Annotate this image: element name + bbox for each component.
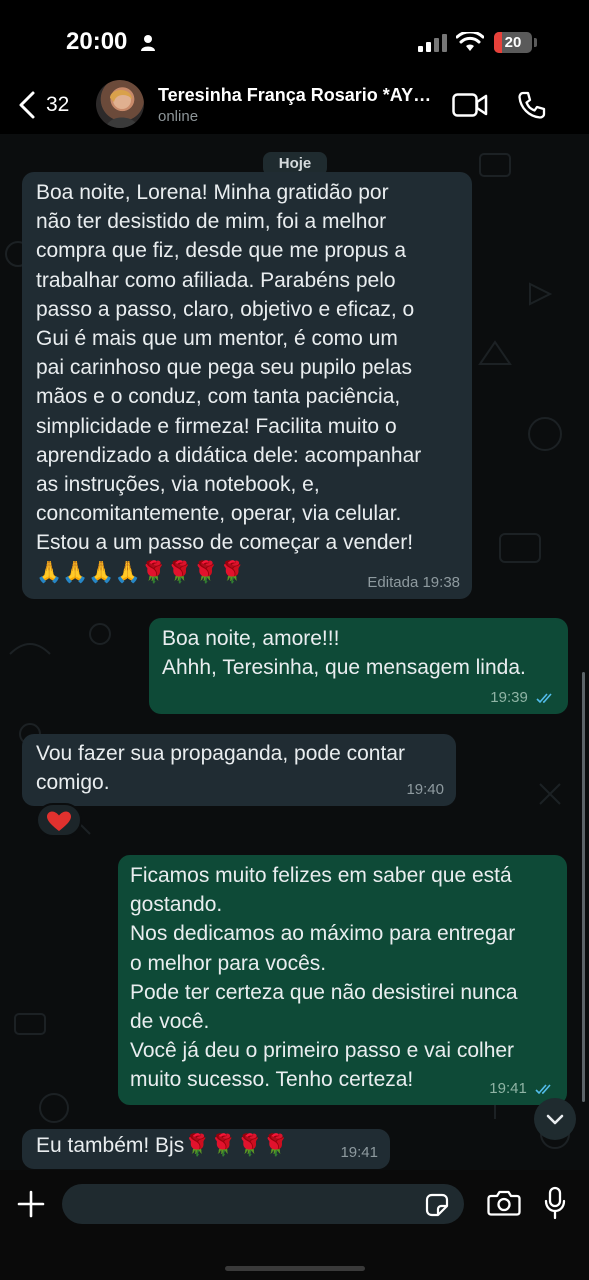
- avatar-photo: [106, 90, 138, 128]
- message-bubble-incoming[interactable]: Vou fazer sua propaganda, pode contar co…: [22, 734, 456, 806]
- microphone-icon[interactable]: [544, 1186, 566, 1220]
- read-ticks-icon: [535, 1084, 551, 1095]
- battery-level: 20: [504, 34, 522, 51]
- battery-tip: [534, 38, 537, 47]
- chat-scrollbar[interactable]: [582, 672, 585, 1102]
- message-meta: Editada 19:38: [367, 574, 460, 591]
- message-text: Vou fazer sua propaganda, pode contar co…: [36, 742, 405, 795]
- chat-header: 32 Teresinha França Rosario *AYLA* onlin…: [0, 78, 589, 134]
- message-time: 19:41: [489, 1080, 527, 1097]
- video-camera-icon[interactable]: [452, 92, 488, 118]
- wifi-icon: [456, 32, 484, 51]
- chevron-left-icon[interactable]: [16, 90, 38, 120]
- message-meta-wrap: 19:39: [490, 689, 556, 707]
- person-icon: [141, 35, 155, 51]
- message-bubble-outgoing[interactable]: Boa noite, amore!!! Ahhh, Teresinha, que…: [149, 618, 568, 714]
- message-input[interactable]: [62, 1184, 464, 1224]
- signal-icon: [418, 34, 447, 52]
- status-bar: 20:00 20: [0, 0, 589, 78]
- message-reaction[interactable]: [36, 803, 82, 837]
- message-meta: 19:41: [340, 1144, 378, 1161]
- avatar[interactable]: [96, 80, 144, 128]
- heart-icon: [47, 811, 71, 831]
- message-text: Boa noite, Lorena! Minha gratidão por nã…: [36, 181, 422, 584]
- message-text: Ficamos muito felizes em saber que está …: [130, 864, 518, 1092]
- read-ticks-icon: [536, 693, 552, 704]
- phone-icon[interactable]: [517, 90, 547, 120]
- message-meta-wrap: 19:41: [489, 1080, 555, 1098]
- message-bubble-incoming[interactable]: Eu também! Bjs🌹🌹🌹🌹 19:41: [22, 1129, 390, 1169]
- contact-name[interactable]: Teresinha França Rosario *AYLA*: [158, 85, 440, 106]
- chat-area[interactable]: Hoje Boa noite, Lorena! Minha gratidão p…: [0, 134, 589, 1170]
- plus-icon[interactable]: [16, 1189, 46, 1219]
- message-bubble-incoming[interactable]: Boa noite, Lorena! Minha gratidão por nã…: [22, 172, 472, 599]
- home-indicator: [225, 1266, 365, 1271]
- message-meta: 19:40: [406, 781, 444, 798]
- message-text: Boa noite, amore!!! Ahhh, Teresinha, que…: [162, 627, 526, 680]
- message-text: Eu também! Bjs🌹🌹🌹🌹: [36, 1134, 289, 1157]
- scroll-to-bottom-button[interactable]: [534, 1098, 576, 1140]
- message-time: 19:39: [490, 689, 528, 706]
- battery-indicator: 20: [494, 32, 532, 53]
- chevron-down-icon: [546, 1114, 564, 1125]
- message-bubble-outgoing[interactable]: Ficamos muito felizes em saber que está …: [118, 855, 567, 1105]
- unread-count[interactable]: 32: [46, 93, 69, 117]
- contact-status: online: [158, 108, 199, 125]
- status-time: 20:00: [66, 28, 128, 55]
- sticker-icon[interactable]: [424, 1192, 450, 1218]
- composer-bar: [0, 1170, 589, 1280]
- camera-icon[interactable]: [487, 1189, 521, 1217]
